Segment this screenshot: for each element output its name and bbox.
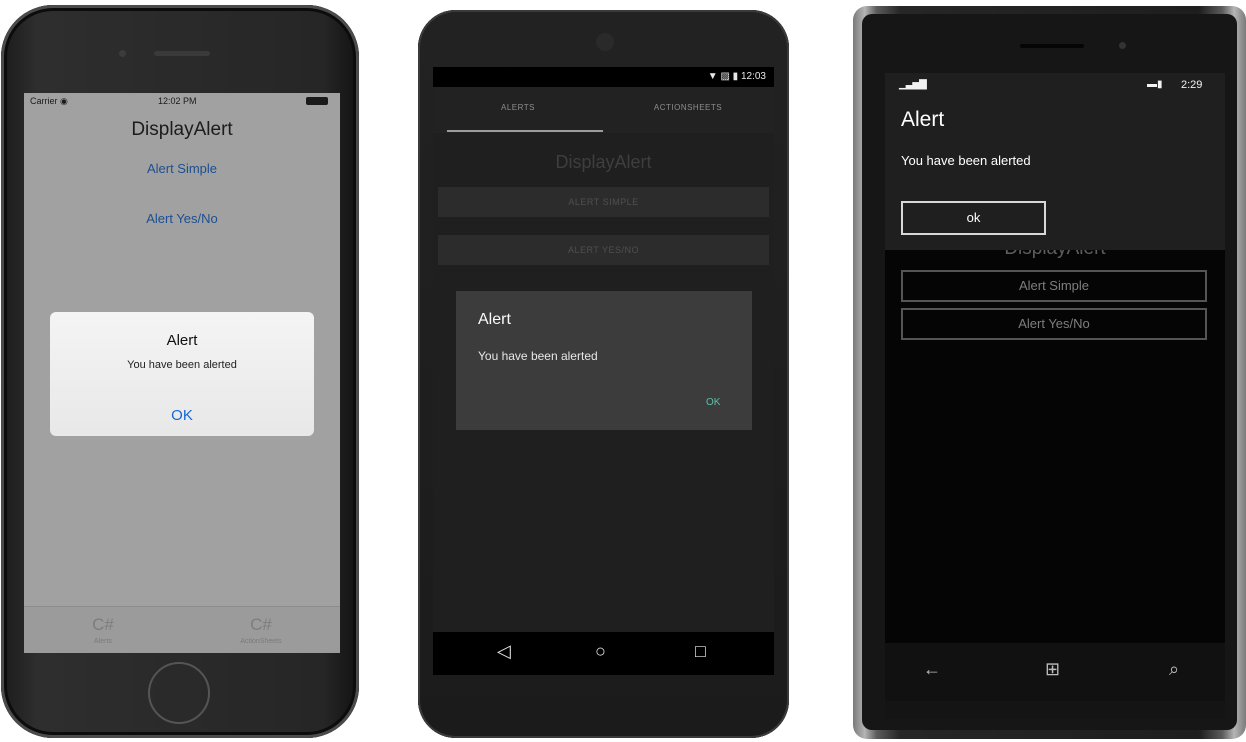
home-button[interactable] [148,662,210,724]
alert-simple-button[interactable]: Alert Simple [24,161,340,176]
earpiece-speaker [1020,44,1084,48]
status-time: 2:29 [1181,79,1203,91]
alert-simple-button[interactable]: ALERT SIMPLE [438,187,769,217]
tab-label: ActionSheets [240,638,282,645]
android-screen: ▼ ▨ ▮ 12:03 ALERTS ACTIONSHEETS DisplayA… [433,67,774,675]
bezel-bottom [885,701,1225,719]
csharp-icon: C# [250,615,272,634]
alert-message: You have been alerted [901,153,1031,168]
android-status-bar: ▼ ▨ ▮ 12:03 [433,67,774,87]
front-camera [596,33,614,51]
alert-simple-button[interactable]: Alert Simple [901,270,1207,302]
back-icon[interactable]: ← [923,659,941,680]
status-time: 12:02 PM [158,96,197,106]
ios-status-bar: Carrier ◉ 12:02 PM [24,93,340,109]
front-camera [119,50,126,57]
alert-ok-button[interactable]: OK [706,397,720,408]
windows-phone-screen: DisplayAlert Alert Simple Alert Yes/No ▁… [885,73,1225,643]
tab-strip: ALERTS ACTIONSHEETS [433,87,774,133]
windows-start-icon[interactable]: ⊞ [1045,659,1060,680]
navigation-bar: ◁ ○ □ [433,632,774,675]
recents-icon[interactable]: □ [695,641,706,662]
alert-yes-no-button[interactable]: Alert Yes/No [901,308,1207,340]
ios-screen: Carrier ◉ 12:02 PM DisplayAlert Alert Si… [24,93,340,653]
csharp-icon: C# [92,615,114,634]
page-title: DisplayAlert [555,152,652,172]
search-icon[interactable]: ⌕ [1169,659,1179,680]
alert-dialog: ▁▃▅▇ ▬▮ 2:29 Alert You have been alerted… [885,73,1225,250]
alert-title: Alert [901,108,945,131]
alert-message: You have been alerted [127,359,237,371]
signal-icon: ▁▃▅▇ [899,79,927,90]
alert-dialog: Alert You have been alerted OK [50,312,314,436]
back-icon[interactable]: ◁ [497,641,511,662]
alert-yes-no-button[interactable]: Alert Yes/No [24,211,340,226]
alert-dialog: Alert You have been alerted OK [456,291,752,430]
alert-ok-button[interactable]: ok [901,201,1046,235]
navigation-bar: ← ⊞ ⌕ [885,643,1225,701]
front-camera [1119,42,1126,49]
earpiece-speaker [154,51,210,56]
tab-alerts[interactable]: ALERTS [433,103,603,112]
battery-icon [306,97,328,105]
status-time: 12:03 [740,71,766,82]
page-title: DisplayAlert [131,119,233,140]
tab-alerts[interactable]: C# Alerts [24,607,182,645]
battery-icon: ▬▮ [1147,79,1163,90]
tab-actionsheets[interactable]: C# ActionSheets [182,607,340,645]
carrier-label: Carrier ◉ [30,96,68,106]
alert-message: You have been alerted [478,349,598,363]
alert-title: Alert [478,311,511,328]
home-icon[interactable]: ○ [595,641,606,662]
wp-status-bar: ▁▃▅▇ ▬▮ 2:29 [885,73,1225,95]
alert-ok-button[interactable]: OK [50,407,314,424]
tab-indicator [447,130,603,132]
alert-yes-no-button[interactable]: ALERT YES/NO [438,235,769,265]
tab-actionsheets[interactable]: ACTIONSHEETS [603,103,773,112]
alert-title: Alert [166,332,198,349]
tab-label: Alerts [94,638,112,645]
tab-bar: C# Alerts C# ActionSheets [24,606,340,653]
status-icons: ▼ ▨ ▮ [707,71,739,82]
